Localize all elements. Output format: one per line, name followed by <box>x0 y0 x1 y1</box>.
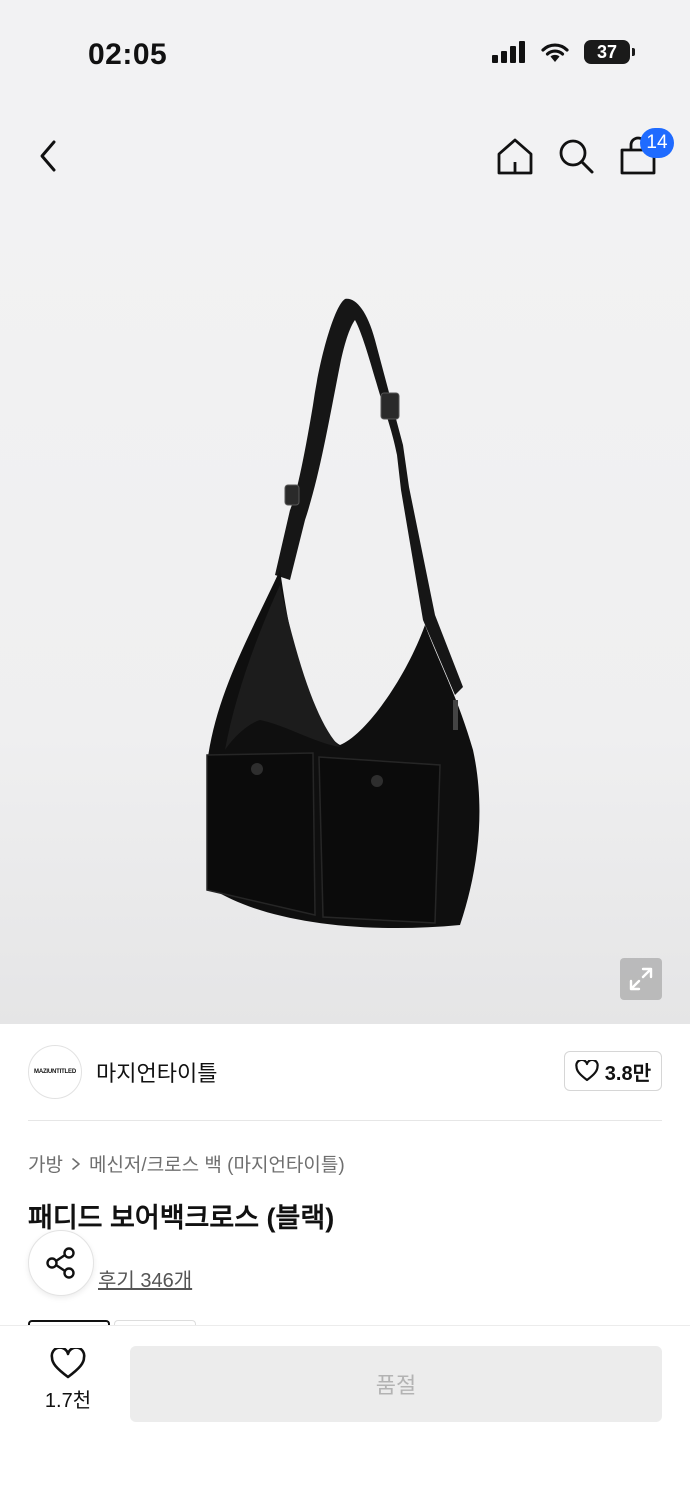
divider <box>28 1120 662 1121</box>
status-time: 02:05 <box>88 38 168 71</box>
wishlist-button[interactable]: 1.7천 <box>30 1348 106 1413</box>
heart-icon <box>575 1060 599 1082</box>
wishlist-count: 1.7천 <box>44 1390 92 1412</box>
back-button[interactable] <box>20 128 76 184</box>
heart-icon <box>50 1348 86 1379</box>
expand-image-button[interactable] <box>620 958 662 1000</box>
product-image-area[interactable] <box>0 200 690 1024</box>
soldout-button: 품절 <box>130 1346 662 1422</box>
brand-logo[interactable]: MAZIUNTITLED <box>28 1045 82 1099</box>
breadcrumb: 가방 메신저/크로스 백 (마지언타이틀) <box>28 1150 345 1177</box>
brand-name[interactable]: 마지언타이틀 <box>96 1056 217 1088</box>
expand-icon <box>629 967 653 991</box>
product-image <box>206 298 480 929</box>
chevron-left-icon <box>40 140 56 172</box>
cart-count-badge: 14 <box>640 128 674 158</box>
wifi-icon <box>541 43 569 62</box>
signal-icon <box>492 41 525 63</box>
home-icon <box>497 138 533 175</box>
battery-indicator: 37 <box>584 40 635 64</box>
search-icon <box>559 139 594 174</box>
chevron-right-icon <box>72 1157 80 1170</box>
cart-button[interactable]: 14 <box>610 128 674 184</box>
status-icons: 37 <box>492 40 635 64</box>
home-button[interactable] <box>487 128 543 184</box>
review-link[interactable]: 후기 346개 <box>98 1264 192 1293</box>
bottom-action-bar: 1.7천 품절 <box>0 1325 690 1500</box>
breadcrumb-item-category[interactable]: 메신저/크로스 백 (마지언타이틀) <box>89 1150 345 1177</box>
product-title: 패디드 보어백크로스 (블랙) <box>28 1203 335 1233</box>
breadcrumb-item-bags[interactable]: 가방 <box>28 1150 63 1177</box>
share-button[interactable] <box>28 1230 94 1296</box>
status-bar: 02:05 37 <box>0 0 690 110</box>
top-nav: 14 <box>0 110 690 200</box>
search-button[interactable] <box>548 128 604 184</box>
brand-like-count: 3.8만 <box>604 1062 651 1085</box>
brand-like-button[interactable]: 3.8만 <box>563 1051 662 1091</box>
brand-row[interactable]: MAZIUNTITLED 마지언타이틀 3.8만 <box>28 1044 662 1100</box>
share-icon <box>46 1247 75 1279</box>
